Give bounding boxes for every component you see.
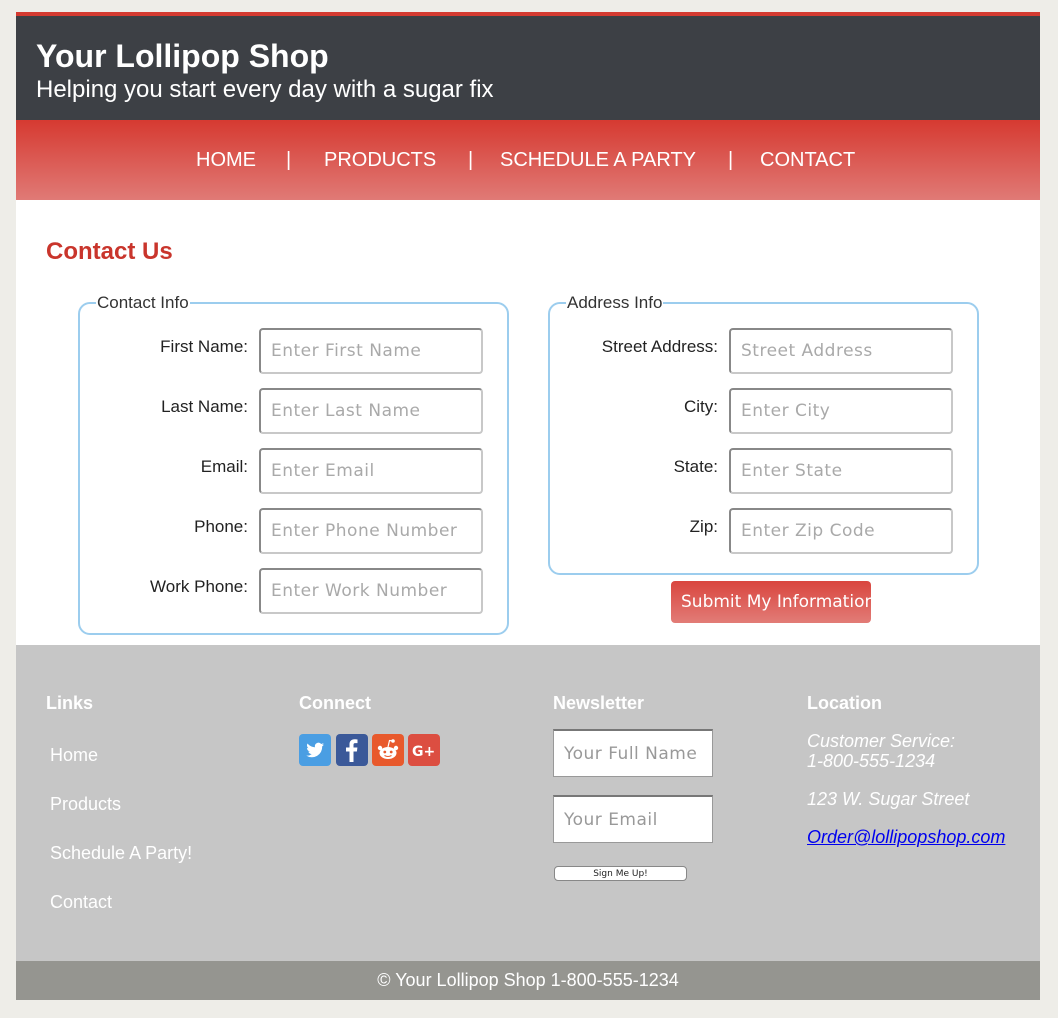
nav-products-link[interactable]: PRODUCTS: [324, 149, 436, 172]
footer-location-heading: Location: [807, 693, 882, 713]
nav-schedule-party-link[interactable]: SCHEDULE A PARTY: [500, 149, 696, 172]
city-label: City:: [684, 397, 718, 416]
copyright-text: © Your Lollipop Shop 1-800-555-1234: [16, 961, 1040, 1000]
twitter-icon[interactable]: [299, 734, 331, 766]
footer-link-home[interactable]: Home: [50, 745, 98, 766]
site-footer: Links Home Products Schedule A Party! Co…: [16, 645, 1040, 961]
newsletter-name-input[interactable]: [553, 729, 713, 777]
footer-newsletter-heading: Newsletter: [553, 693, 645, 713]
footer-link-contact[interactable]: Contact: [50, 892, 112, 913]
work-phone-input[interactable]: [259, 568, 483, 614]
street-address-text: 123 W. Sugar Street: [807, 789, 970, 809]
nav-separator: |: [468, 149, 474, 171]
newsletter-email-input[interactable]: [553, 795, 713, 843]
site-title: Your Lollipop Shop: [36, 38, 329, 74]
customer-service-label: Customer Service:: [807, 731, 956, 751]
page-title: Contact Us: [46, 238, 173, 265]
reddit-icon[interactable]: [372, 734, 404, 766]
phone-label: Phone:: [194, 517, 248, 536]
address-info-legend: Address Info: [567, 293, 663, 312]
first-name-label: First Name:: [160, 337, 248, 356]
first-name-input[interactable]: [259, 328, 483, 374]
street-address-input[interactable]: [729, 328, 953, 374]
work-phone-label: Work Phone:: [150, 577, 248, 596]
facebook-icon[interactable]: [336, 734, 368, 766]
svg-text:G+: G+: [412, 744, 435, 760]
email-input[interactable]: [259, 448, 483, 494]
state-input[interactable]: [729, 448, 953, 494]
footer-links-heading: Links: [46, 693, 94, 713]
last-name-label: Last Name:: [161, 397, 248, 416]
site-tagline: Helping you start every day with a sugar…: [36, 76, 494, 103]
street-address-label: Street Address:: [601, 337, 718, 356]
contact-info-legend: Contact Info: [97, 293, 189, 312]
page: Your Lollipop Shop Helping you start eve…: [16, 12, 1040, 1000]
google-plus-icon[interactable]: G+: [408, 734, 440, 766]
nav-separator: |: [286, 149, 292, 171]
email-label: Email:: [200, 457, 248, 476]
sign-up-button[interactable]: Sign Me Up!: [554, 866, 687, 881]
nav-contact-link[interactable]: CONTACT: [760, 149, 855, 172]
customer-service-phone: 1-800-555-1234: [807, 751, 936, 771]
contact-email-link[interactable]: Order@lollipopshop.com: [807, 827, 1005, 848]
nav-home-link[interactable]: HOME: [196, 149, 256, 172]
city-input[interactable]: [729, 388, 953, 434]
footer-connect-heading: Connect: [299, 693, 371, 713]
site-header: Your Lollipop Shop Helping you start eve…: [16, 12, 1040, 120]
footer-link-products[interactable]: Products: [50, 794, 121, 815]
main-nav: HOME | PRODUCTS | SCHEDULE A PARTY | CON…: [16, 120, 1040, 200]
zip-label: Zip:: [689, 517, 718, 536]
phone-input[interactable]: [259, 508, 483, 554]
nav-separator: |: [728, 149, 734, 171]
last-name-input[interactable]: [259, 388, 483, 434]
zip-input[interactable]: [729, 508, 953, 554]
submit-button[interactable]: Submit My Information: [671, 581, 871, 623]
footer-link-schedule-party[interactable]: Schedule A Party!: [50, 843, 192, 864]
state-label: State:: [673, 457, 718, 476]
